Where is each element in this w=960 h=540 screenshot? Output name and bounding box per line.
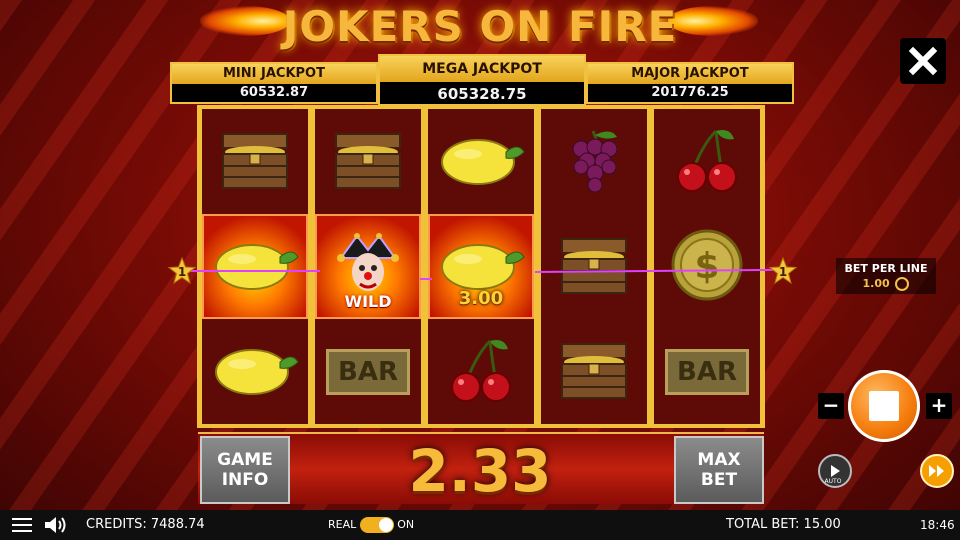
reel-cell bbox=[202, 319, 308, 424]
lemon-icon bbox=[210, 235, 300, 299]
game-info-button[interactable]: GAME INFO bbox=[200, 436, 290, 504]
joker-wild-icon bbox=[333, 232, 403, 302]
real-label: REAL bbox=[328, 518, 357, 531]
lemon-icon bbox=[436, 130, 526, 194]
bet-per-line: BET PER LINE 1.00 bbox=[836, 258, 936, 294]
max-bet-button[interactable]: MAX BET bbox=[674, 436, 764, 504]
clock: 18:46 bbox=[920, 518, 955, 532]
reels-frame: WILD BAR 3.00 $ BAR bbox=[197, 105, 765, 428]
coins-icon bbox=[895, 277, 910, 291]
total-bet-label: TOTAL BET: bbox=[726, 517, 800, 532]
reel-cell: $ bbox=[654, 214, 760, 319]
line-win-amount: 3.00 bbox=[458, 288, 504, 309]
mini-jackpot-label: MINI JACKPOT bbox=[172, 64, 376, 84]
reel-2: WILD BAR bbox=[315, 109, 421, 424]
payline bbox=[190, 270, 300, 272]
game-info-line1: GAME bbox=[217, 450, 273, 470]
mini-jackpot: MINI JACKPOT 60532.87 bbox=[170, 62, 378, 104]
cherry-icon bbox=[446, 335, 516, 409]
toggle-switch[interactable] bbox=[359, 517, 394, 533]
reel-cell bbox=[202, 109, 308, 214]
major-jackpot: MAJOR JACKPOT 201776.25 bbox=[586, 62, 794, 104]
reel-cell bbox=[315, 109, 421, 214]
reel-cell: 3.00 bbox=[428, 214, 534, 319]
reel-cell bbox=[428, 109, 534, 214]
total-bet: TOTAL BET: 15.00 bbox=[726, 510, 841, 540]
reel-cell bbox=[654, 109, 760, 214]
grapes-icon bbox=[559, 125, 629, 199]
increase-bet-button[interactable]: + bbox=[926, 393, 952, 419]
mega-jackpot: MEGA JACKPOT 605328.75 bbox=[378, 54, 586, 106]
game-info-line2: INFO bbox=[221, 470, 269, 490]
max-bet-line1: MAX bbox=[697, 450, 741, 470]
credits: CREDITS: 7488.74 bbox=[86, 510, 205, 540]
payline-number-left: 1 bbox=[177, 265, 187, 279]
chest-icon bbox=[330, 128, 406, 196]
bet-per-line-label: BET PER LINE bbox=[844, 262, 928, 275]
mega-jackpot-label: MEGA JACKPOT bbox=[380, 56, 584, 82]
toggle-knob bbox=[378, 518, 393, 532]
payline-star-left: 1 bbox=[167, 256, 197, 286]
reel-cell bbox=[202, 214, 308, 319]
reel-4 bbox=[541, 109, 647, 424]
reel-cell: BAR bbox=[315, 319, 421, 424]
reel-3: 3.00 bbox=[428, 109, 534, 424]
chest-icon bbox=[556, 233, 632, 301]
speaker-icon bbox=[45, 517, 66, 533]
sound-button[interactable] bbox=[44, 516, 68, 534]
reel-cell: WILD bbox=[315, 214, 421, 319]
close-icon bbox=[908, 46, 938, 76]
menu-button[interactable] bbox=[12, 518, 32, 532]
hamburger-icon bbox=[12, 518, 32, 532]
bar-icon: BAR bbox=[326, 348, 410, 395]
play-icon bbox=[831, 465, 840, 477]
reel-cell bbox=[541, 109, 647, 214]
mega-jackpot-value: 605328.75 bbox=[437, 85, 527, 103]
real-money-toggle[interactable]: REAL ON bbox=[328, 510, 414, 540]
chest-icon bbox=[556, 338, 632, 406]
bet-per-line-value-row: 1.00 bbox=[836, 277, 936, 291]
bet-per-line-value: 1.00 bbox=[862, 277, 890, 290]
svg-text:$: $ bbox=[694, 246, 719, 287]
reel-cell bbox=[428, 319, 534, 424]
decrease-bet-button[interactable]: − bbox=[818, 393, 844, 419]
fast-forward-icon bbox=[929, 465, 944, 477]
reel-cell bbox=[541, 214, 647, 319]
status-bar: CREDITS: 7488.74 REAL ON TOTAL BET: 15.0… bbox=[0, 510, 960, 540]
on-label: ON bbox=[397, 518, 415, 531]
wild-label: WILD bbox=[344, 292, 392, 311]
reel-cell bbox=[541, 319, 647, 424]
turbo-button[interactable] bbox=[920, 454, 954, 488]
game-title: JOKERS ON FIRE bbox=[282, 2, 678, 51]
max-bet-line2: BET bbox=[700, 470, 738, 490]
dollar-coin-icon: $ bbox=[670, 228, 744, 306]
win-amount: 2.33 bbox=[408, 437, 552, 505]
bar-icon: BAR bbox=[665, 348, 749, 395]
autoplay-label: AUTO bbox=[824, 478, 842, 485]
close-button[interactable] bbox=[900, 38, 946, 84]
payline bbox=[300, 270, 320, 272]
lemon-icon bbox=[210, 340, 300, 404]
chest-icon bbox=[217, 128, 293, 196]
payline bbox=[420, 278, 432, 280]
stop-icon bbox=[869, 391, 899, 421]
spin-button[interactable] bbox=[848, 370, 920, 442]
credits-label: CREDITS: bbox=[86, 517, 147, 532]
reel-cell: BAR bbox=[654, 319, 760, 424]
major-jackpot-label: MAJOR JACKPOT bbox=[588, 64, 792, 84]
major-jackpot-value: 201776.25 bbox=[651, 85, 729, 100]
credits-value: 7488.74 bbox=[150, 517, 205, 532]
reel-5: $ BAR bbox=[654, 109, 760, 424]
cherry-icon bbox=[672, 125, 742, 199]
reel-1 bbox=[202, 109, 308, 424]
payline-number-right: 1 bbox=[778, 265, 788, 279]
mini-jackpot-value: 60532.87 bbox=[239, 85, 309, 100]
total-bet-value: 15.00 bbox=[803, 517, 841, 532]
payline-star-right: 1 bbox=[768, 256, 798, 286]
